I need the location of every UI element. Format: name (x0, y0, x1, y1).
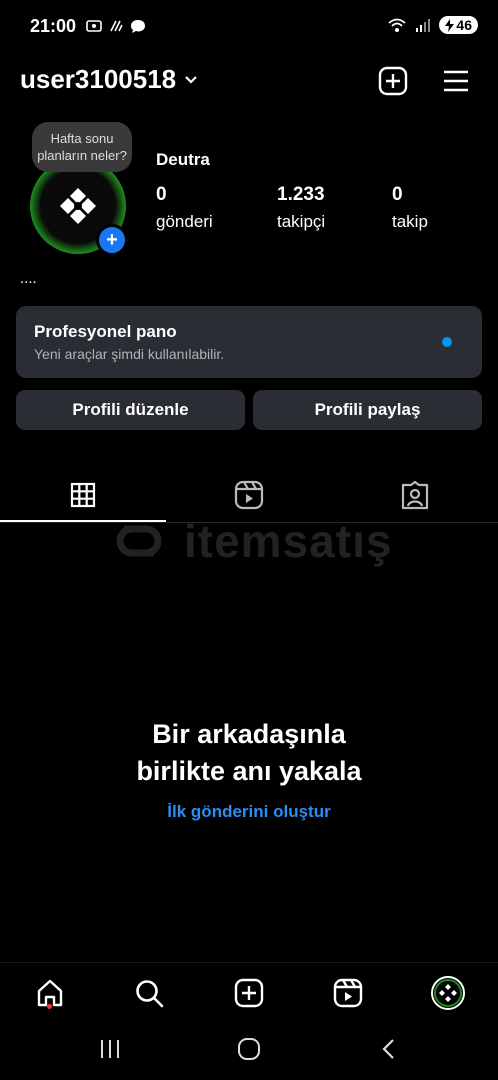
battery-level: 46 (456, 17, 472, 33)
bio: .... (20, 270, 37, 287)
stat-value: 0 (392, 184, 403, 205)
system-navigation (0, 1024, 498, 1074)
plus-square-icon (234, 978, 264, 1008)
notification-dot (47, 1004, 52, 1009)
share-profile-button[interactable]: Profili paylaş (253, 390, 482, 430)
empty-title-line2: birlikte anı yakala (136, 756, 362, 786)
stat-following[interactable]: 0 takip (392, 184, 428, 232)
empty-state-title: Bir arkadaşınla birlikte anı yakala (0, 716, 498, 790)
nav-search[interactable] (129, 973, 169, 1013)
stat-posts[interactable]: 0 gönderi (156, 184, 213, 232)
battery-indicator: 46 (439, 16, 478, 34)
plus-square-icon (378, 66, 408, 96)
avatar-logo-icon (60, 188, 96, 224)
edit-profile-button[interactable]: Profili düzenle (16, 390, 245, 430)
back-icon (382, 1039, 394, 1059)
search-icon (136, 980, 164, 1008)
display-name: Deutra (156, 150, 210, 169)
status-icons (86, 18, 146, 34)
recents-button[interactable] (95, 1036, 125, 1062)
nav-profile[interactable] (428, 973, 468, 1013)
add-story-button[interactable]: + (96, 224, 128, 256)
nav-create[interactable] (229, 973, 269, 1013)
tab-grid[interactable] (0, 470, 166, 520)
hamburger-menu-icon (444, 70, 468, 92)
reels-icon (333, 978, 363, 1008)
back-button[interactable] (374, 1036, 404, 1062)
stat-label: takipçi (277, 212, 326, 231)
new-indicator-dot (442, 337, 452, 347)
stat-followers[interactable]: 1.233 takipçi (277, 184, 325, 232)
stat-label: gönderi (156, 212, 213, 231)
account-switcher[interactable]: user3100518 (20, 64, 198, 95)
chat-icon (131, 20, 145, 33)
create-button[interactable] (376, 64, 410, 98)
tab-reels[interactable] (166, 470, 332, 520)
screen-record-icon (86, 20, 102, 32)
username: user3100518 (20, 64, 177, 94)
profile-avatar[interactable]: + (30, 158, 128, 256)
home-button[interactable] (234, 1036, 264, 1062)
recents-icon (101, 1040, 119, 1058)
tab-tagged[interactable] (332, 470, 498, 520)
watermark: itemsatış (104, 514, 392, 568)
pro-dashboard-subtitle: Yeni araçlar şimdi kullanılabilir. (34, 346, 225, 362)
stat-value: 1.233 (277, 184, 325, 205)
status-time: 21:00 (30, 16, 77, 36)
grid-icon (70, 482, 96, 508)
tagged-user-icon (401, 480, 429, 510)
reels-icon (234, 480, 264, 510)
wifi-icon (388, 18, 407, 32)
profile-avatar-icon (431, 976, 465, 1010)
pro-dashboard-title: Profesyonel pano (34, 322, 177, 341)
home-circle-icon (238, 1038, 260, 1060)
nav-reels[interactable] (328, 973, 368, 1013)
status-right: 46 (387, 16, 478, 34)
menu-button[interactable] (439, 64, 473, 98)
bottom-nav (0, 962, 498, 1021)
professional-dashboard-card[interactable]: Profesyonel pano Yeni araçlar şimdi kull… (16, 306, 482, 378)
stat-label: takip (392, 212, 428, 231)
note-bubble[interactable]: Hafta sonu planların neler? (32, 122, 132, 172)
empty-title-line1: Bir arkadaşınla (152, 719, 346, 749)
create-first-post-link[interactable]: İlk gönderini oluştur (0, 802, 498, 822)
stat-value: 0 (156, 184, 167, 205)
watermark-logo-icon (116, 525, 162, 557)
charging-icon (445, 18, 455, 32)
signal-hash-icon (110, 20, 123, 32)
chevron-down-icon (185, 75, 197, 84)
signal-icon (416, 19, 431, 32)
watermark-text: itemsatış (184, 515, 393, 567)
